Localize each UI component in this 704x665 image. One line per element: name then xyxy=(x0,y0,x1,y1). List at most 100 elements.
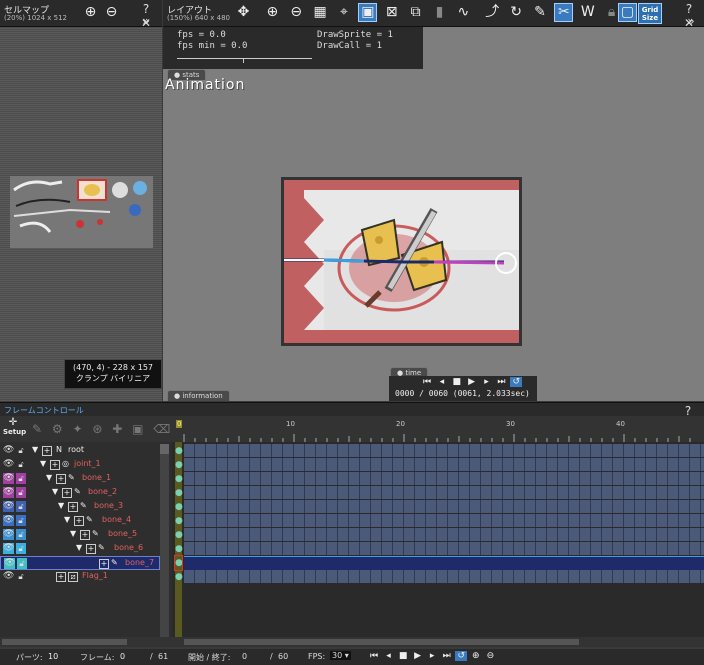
stop-icon[interactable]: ■ xyxy=(397,651,409,661)
fit-icon[interactable]: ⊠ xyxy=(382,3,401,22)
range-start[interactable]: 0 xyxy=(242,652,247,661)
zoom-out-icon[interactable]: ⊖ xyxy=(484,651,496,661)
lock-icon[interactable]: 🔓︎ xyxy=(16,501,26,512)
loop-icon[interactable]: ↺ xyxy=(510,377,523,387)
delete-part-icon[interactable]: ⌫ xyxy=(153,422,170,436)
last-frame-icon[interactable]: ⏭ xyxy=(495,377,507,387)
animation-preview xyxy=(284,180,519,343)
cellmap-header: セルマップ (20%) 1024 x 512 ⊕ ⊖ ?✕ » xyxy=(0,0,162,30)
grid-size-button[interactable]: Grid Size xyxy=(638,3,662,24)
layer-row[interactable]: 👁︎ 🔓︎ ▼ + ✎ bone_6 xyxy=(0,542,160,556)
expand-icon[interactable]: » xyxy=(140,14,152,28)
lock-icon[interactable]: 🔓︎ xyxy=(17,558,27,569)
visibility-icon[interactable]: 👁︎ xyxy=(3,445,14,456)
first-frame-icon[interactable]: ⏮ xyxy=(421,377,433,387)
add-part-icon[interactable]: ▣ xyxy=(132,422,143,436)
zoom-in-icon[interactable]: ⊕ xyxy=(470,651,482,661)
prev-frame-icon[interactable]: ◂ xyxy=(383,651,395,661)
frame-label: フレーム: xyxy=(80,653,115,662)
bone-edit-icon[interactable]: ✂ xyxy=(554,3,574,22)
visibility-icon[interactable]: 👁︎ xyxy=(3,501,14,512)
zoom-out-icon[interactable]: ⊖ xyxy=(102,3,121,22)
next-frame-icon[interactable]: ▸ xyxy=(481,377,493,387)
lock-icon[interactable]: 🔓︎ xyxy=(16,487,26,498)
layer-row[interactable]: 👁︎ 🔓︎ ▼ + ✎ bone_4 xyxy=(0,514,160,528)
background-icon[interactable]: ▢ xyxy=(618,3,637,22)
weight-icon[interactable]: W xyxy=(578,3,597,22)
zoom-in-icon[interactable]: ⊕ xyxy=(81,3,100,22)
last-frame-icon[interactable]: ⏭ xyxy=(441,651,453,661)
first-frame-icon[interactable]: ⏮ xyxy=(368,651,380,661)
add-bone-icon[interactable]: ✎ xyxy=(32,422,42,436)
visibility-icon[interactable]: 👁︎ xyxy=(3,571,14,582)
lock-icon[interactable]: 🔓︎ xyxy=(16,529,26,540)
timeline-tracks[interactable]: ● ● ● ● ● ● ● ● ● ● xyxy=(172,442,704,646)
visibility-icon[interactable]: 👁︎ xyxy=(3,515,14,526)
bone-icon[interactable]: ✎ xyxy=(531,3,550,22)
frame-value[interactable]: 0 xyxy=(120,652,125,661)
visibility-icon[interactable]: 👁︎ xyxy=(4,558,15,569)
play-icon[interactable]: ▶ xyxy=(466,377,478,387)
lock-icon[interactable]: 🔓︎ xyxy=(16,445,26,456)
crop-icon[interactable]: ⧉ xyxy=(406,3,425,22)
loop-icon[interactable]: ↺ xyxy=(455,651,468,661)
warning-icon[interactable]: ▮ xyxy=(430,3,449,22)
visibility-icon[interactable]: 👁︎ xyxy=(3,529,14,540)
ruler-tick-30: 30 xyxy=(506,420,515,428)
lock-icon[interactable]: 🔓︎ xyxy=(16,515,26,526)
layer-row[interactable]: 👁︎ 🔓︎ ▼ + ✎ bone_1 xyxy=(0,472,160,486)
add-effect-icon[interactable]: ✦ xyxy=(72,422,82,436)
layer-row[interactable]: 👁︎ 🔓︎ ▼ + ✎ bone_2 xyxy=(0,486,160,500)
layer-row[interactable]: 👁︎ 🔓︎ ▼ + ◎ joint_1 xyxy=(0,458,160,472)
layer-row-selected[interactable]: 👁︎ 🔓︎ + ✎ bone_7 xyxy=(0,556,160,570)
status-bar: パーツ: 10 フレーム: 0 / 61 開始 / 終了: 0 / 60 FPS… xyxy=(0,649,704,665)
next-frame-icon[interactable]: ▸ xyxy=(426,651,438,661)
grid-icon[interactable]: ▦ xyxy=(311,3,330,22)
cellmap-panel[interactable]: (470, 4) - 228 x 157 クランプ バイリニア xyxy=(0,27,162,401)
information-tab[interactable]: ● information xyxy=(167,390,230,401)
cellmap-readout-rect: (470, 4) - 228 x 157 xyxy=(72,363,154,372)
rotate-icon[interactable]: ↻ xyxy=(507,3,526,22)
visibility-icon[interactable]: 👁︎ xyxy=(3,487,14,498)
layer-row[interactable]: 👁︎ 🔓︎ ▼ + ✎ bone_5 xyxy=(0,528,160,542)
visibility-icon[interactable]: 👁︎ xyxy=(3,543,14,554)
fps-select[interactable]: 30 ▾ xyxy=(330,651,351,660)
curve-icon[interactable]: ∿ xyxy=(454,3,473,22)
layer-row[interactable]: 👁︎ 🔓︎ + ⧄ Flag_1 xyxy=(0,570,160,584)
layer-list-scrollbar[interactable] xyxy=(160,444,169,640)
zoom-in-icon[interactable]: ⊕ xyxy=(263,3,282,22)
lock-icon[interactable]: 🔓︎ xyxy=(16,571,26,582)
anchor-icon[interactable]: ⤴ xyxy=(483,3,502,22)
cellmap-texture xyxy=(10,176,153,248)
layer-row[interactable]: 👁︎ 🔓︎ ▼ + N root xyxy=(0,444,160,458)
move-tool-icon[interactable]: ✥ xyxy=(234,3,253,22)
add-null-icon[interactable]: ✚ xyxy=(112,422,122,436)
range-end[interactable]: 60 xyxy=(278,652,288,661)
layer-hscrollbar[interactable] xyxy=(0,637,172,647)
cellmap-subtitle: (20%) 1024 x 512 xyxy=(4,14,68,22)
layer-row[interactable]: 👁︎ 🔓︎ ▼ + ✎ bone_3 xyxy=(0,500,160,514)
lock-icon[interactable]: 🔓︎ xyxy=(16,459,26,470)
prev-frame-icon[interactable]: ◂ xyxy=(436,377,448,387)
add-mesh-icon[interactable]: ⊛ xyxy=(92,422,102,436)
time-panel: ⏮ ◂ ■ ▶ ▸ ⏭ ↺ 0000 / 0060 (0061, 2.033se… xyxy=(389,376,537,401)
timeline-ruler[interactable]: 0 10 20 30 40 xyxy=(172,416,704,442)
lock-icon[interactable]: 🔓︎ xyxy=(16,473,26,484)
stop-icon[interactable]: ■ xyxy=(451,377,463,387)
sprite-canvas[interactable] xyxy=(281,177,522,346)
expand-icon[interactable]: » xyxy=(685,14,697,28)
setup-button[interactable]: ✛ Setup xyxy=(3,418,26,437)
layout-view[interactable]: fps = 0.0 fps min = 0.0 DrawSprite = 1 D… xyxy=(163,27,704,401)
frame-total[interactable]: 61 xyxy=(158,652,168,661)
visibility-icon[interactable]: 👁︎ xyxy=(3,473,14,484)
visibility-icon[interactable]: 👁︎ xyxy=(3,459,14,470)
add-joint-icon[interactable]: ⚙ xyxy=(52,422,63,436)
ruler-tick-0: 0 xyxy=(176,420,183,428)
timeline-hscrollbar[interactable] xyxy=(172,637,704,647)
ruler-tick-10: 10 xyxy=(286,420,295,428)
frame-icon[interactable]: ▣ xyxy=(358,3,378,22)
play-icon[interactable]: ▶ xyxy=(412,651,424,661)
origin-icon[interactable]: ⌖ xyxy=(335,3,354,22)
zoom-out-icon[interactable]: ⊖ xyxy=(287,3,306,22)
lock-icon[interactable]: 🔓︎ xyxy=(16,543,26,554)
